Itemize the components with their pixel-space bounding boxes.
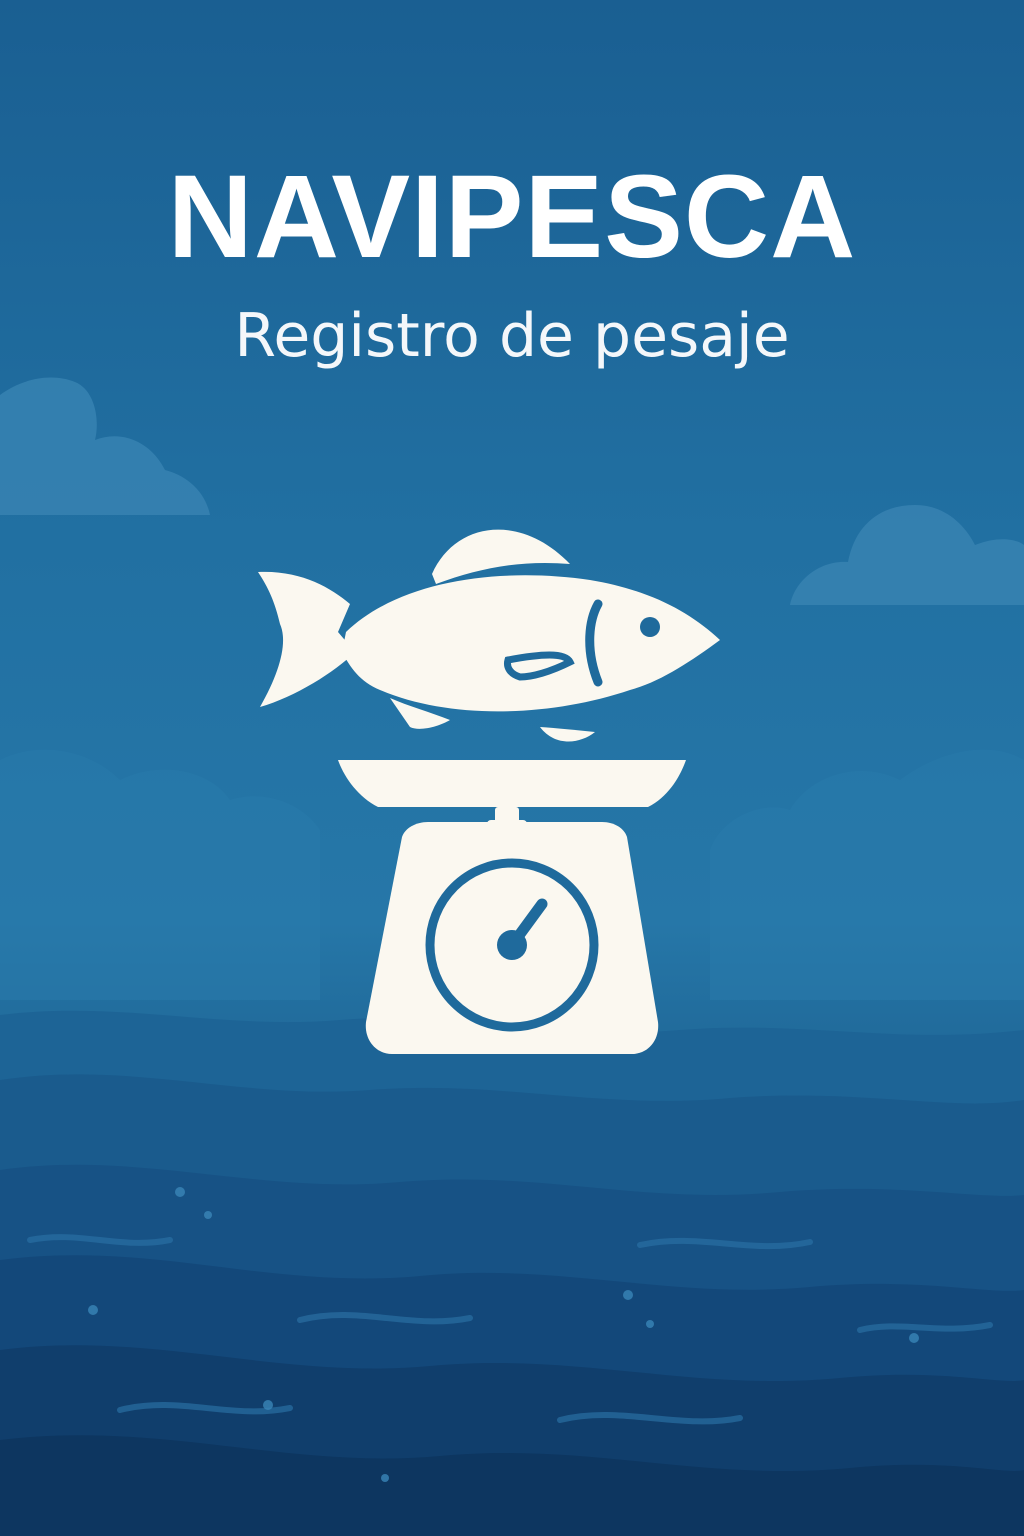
splash-screen: NAVIPESCA Registro de pesaje	[0, 0, 1024, 1536]
cloud-left	[0, 377, 210, 515]
sea-waves	[0, 1010, 1024, 1536]
app-title: NAVIPESCA	[167, 151, 857, 283]
cloud-right	[790, 505, 1024, 605]
app-subtitle: Registro de pesaje	[234, 301, 790, 371]
app-logo	[258, 529, 720, 1054]
fish-icon	[258, 529, 720, 742]
weighing-scale-icon	[338, 760, 686, 1054]
